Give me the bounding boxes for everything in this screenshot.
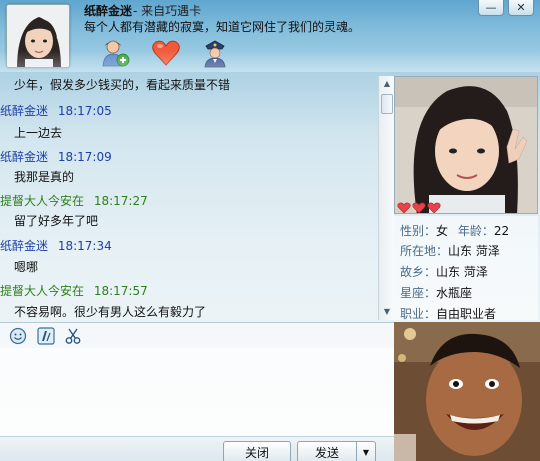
font-icon[interactable] xyxy=(37,327,55,345)
bottom-bar: 关闭 发送 ▼ xyxy=(0,436,394,461)
hometown-value: 山东 菏泽 xyxy=(436,265,488,279)
chat-history[interactable]: 少年，假发多少钱买的，看起来质量不错 纸醉金迷 18:17:05 上一边去 纸醉… xyxy=(0,72,378,320)
zodiac-label: 星座： xyxy=(400,286,437,300)
message-text: 留了好多年了吧 xyxy=(14,214,99,228)
message-sender[interactable]: 纸醉金迷 xyxy=(0,104,48,118)
heart-rating-icon xyxy=(427,202,441,213)
message-header: 纸醉金迷 18:17:34 xyxy=(0,237,112,254)
location-value: 山东 菏泽 xyxy=(448,244,500,258)
message-time: 18:17:09 xyxy=(57,150,112,164)
chat-scrollbar[interactable]: ▲ ▼ xyxy=(378,76,394,320)
message-text: 嗯哪 xyxy=(14,260,39,274)
message-time: 18:17:05 xyxy=(57,104,112,118)
message-input[interactable] xyxy=(0,348,394,436)
job-label: 职业： xyxy=(400,307,437,321)
location-label: 所在地： xyxy=(400,244,449,258)
contact-signature: 每个人都有潜藏的寂寞，知道它网住了我们的灵魂。 xyxy=(84,20,361,34)
heart-icon[interactable] xyxy=(151,38,181,68)
message-sender[interactable]: 提督大人今安在 xyxy=(0,284,84,298)
zodiac-row: 星座：水瓶座 xyxy=(400,284,472,301)
minimize-button[interactable]: — xyxy=(478,0,504,16)
profile-photo[interactable] xyxy=(394,76,538,214)
contact-source: - 来自巧遇卡 xyxy=(133,4,202,18)
scissors-icon[interactable] xyxy=(64,327,82,345)
message-header: 纸醉金迷 18:17:05 xyxy=(0,102,112,119)
hometown-row: 故乡：山东 菏泽 xyxy=(400,263,488,280)
zodiac-value: 水瓶座 xyxy=(436,286,473,300)
age-value: 22 xyxy=(493,224,510,238)
message-header: 提督大人今安在 18:17:27 xyxy=(0,192,148,209)
heart-rating-icon xyxy=(397,202,411,213)
message-sender[interactable]: 纸醉金迷 xyxy=(0,239,48,253)
gender-age-row: 性别：女 年龄：22 xyxy=(400,222,509,239)
message-sender[interactable]: 纸醉金迷 xyxy=(0,150,48,164)
gender-value: 女 xyxy=(436,224,449,238)
add-friend-icon[interactable] xyxy=(100,38,130,68)
input-toolbar xyxy=(0,322,394,348)
profile-panel: 性别：女 年龄：22 所在地：山东 菏泽 故乡：山东 菏泽 星座：水瓶座 职业：… xyxy=(394,76,540,461)
smiley-icon[interactable] xyxy=(9,327,27,345)
message-header: 提督大人今安在 18:17:57 xyxy=(0,282,148,299)
message-time: 18:17:57 xyxy=(93,284,148,298)
hometown-label: 故乡： xyxy=(400,265,437,279)
message-text: 少年，假发多少钱买的，看起来质量不错 xyxy=(14,78,231,92)
job-row: 职业：自由职业者 xyxy=(400,305,496,322)
message-sender[interactable]: 提督大人今安在 xyxy=(0,194,84,208)
message-text: 不容易啊。很少有男人这么有毅力了 xyxy=(14,305,207,319)
message-header: 纸醉金迷 18:17:09 xyxy=(0,148,112,165)
job-value: 自由职业者 xyxy=(436,307,497,321)
my-avatar-photo[interactable] xyxy=(394,322,540,461)
scroll-up-arrow-icon[interactable]: ▲ xyxy=(381,78,393,90)
scroll-thumb[interactable] xyxy=(381,94,393,114)
message-text: 上一边去 xyxy=(14,126,63,140)
window-controls: — ✕ xyxy=(478,0,534,16)
age-label: 年龄： xyxy=(457,224,494,238)
gender-label: 性别： xyxy=(400,224,437,238)
location-row: 所在地：山东 菏泽 xyxy=(400,242,500,259)
send-options-dropdown[interactable]: ▼ xyxy=(356,441,376,461)
police-icon[interactable] xyxy=(200,38,230,68)
message-time: 18:17:34 xyxy=(57,239,112,253)
contact-avatar[interactable] xyxy=(6,4,70,68)
message-text: 我那是真的 xyxy=(14,170,75,184)
send-button[interactable]: 发送 xyxy=(297,441,357,461)
contact-name[interactable]: 纸醉金迷 xyxy=(84,2,132,19)
message-time: 18:17:27 xyxy=(93,194,148,208)
close-button[interactable]: 关闭 xyxy=(223,441,291,461)
chat-header: 纸醉金迷 - 来自巧遇卡 每个人都有潜藏的寂寞，知道它网住了我们的灵魂。 — ✕ xyxy=(0,0,540,72)
heart-rating-icon xyxy=(412,202,426,213)
profile-info: 性别：女 年龄：22 所在地：山东 菏泽 故乡：山东 菏泽 星座：水瓶座 职业：… xyxy=(394,216,538,322)
scroll-down-arrow-icon[interactable]: ▼ xyxy=(381,306,393,318)
hearts-rating xyxy=(397,202,441,213)
close-window-button[interactable]: ✕ xyxy=(508,0,534,16)
